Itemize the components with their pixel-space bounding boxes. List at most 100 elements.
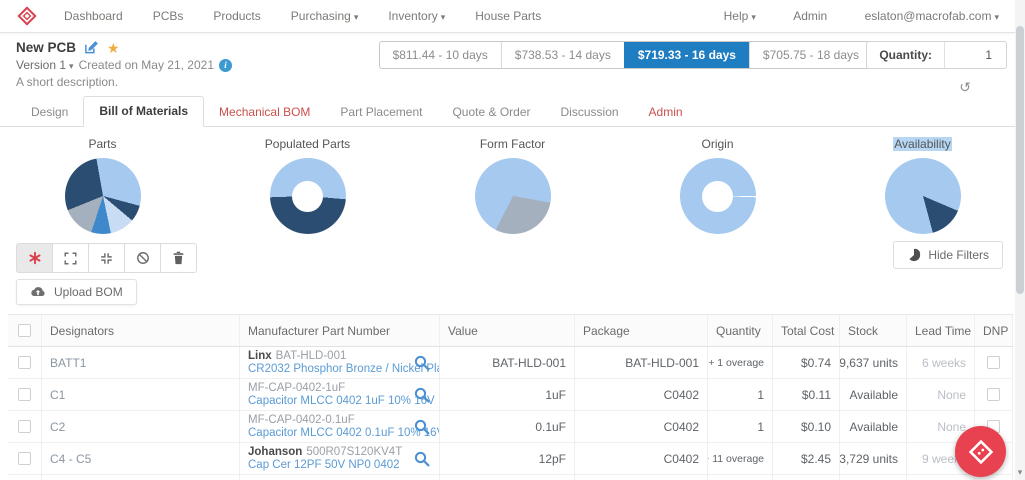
tab-bill-of-materials[interactable]: Bill of Materials bbox=[83, 96, 204, 127]
designator-link[interactable]: C1 bbox=[50, 388, 65, 402]
chart-origin: Origin bbox=[615, 137, 820, 234]
nav-inventory[interactable]: Inventory▾ bbox=[388, 9, 445, 23]
cell-quantity: 1 bbox=[708, 379, 773, 410]
tab-part-placement[interactable]: Part Placement bbox=[325, 98, 437, 127]
table-row: C1 MF-CAP-0402-1uF Capacitor MLCC 0402 1… bbox=[8, 379, 1013, 411]
select-all-checkbox[interactable] bbox=[18, 324, 31, 337]
table-header-row: Designators Manufacturer Part Number Val… bbox=[8, 315, 1013, 347]
nav-dashboard[interactable]: Dashboard bbox=[64, 9, 123, 23]
cell-total-cost: $2.45 bbox=[773, 443, 840, 474]
tab-admin[interactable]: Admin bbox=[634, 98, 698, 127]
macrofab-chat-badge[interactable] bbox=[955, 426, 1006, 477]
table-row: C2 MF-CAP-0402-0.1uF Capacitor MLCC 0402… bbox=[8, 411, 1013, 443]
form-factor-pie-chart[interactable] bbox=[475, 158, 551, 234]
upload-row: Upload BOM bbox=[0, 273, 1025, 305]
price-option-18-days[interactable]: $705.75 - 18 days bbox=[749, 42, 872, 68]
ban-icon bbox=[136, 251, 150, 265]
origin-donut-chart[interactable] bbox=[680, 158, 756, 234]
part-description-link[interactable]: CR2032 Phosphor Bronze / Nickel Plated 2… bbox=[248, 363, 440, 376]
asterisk-icon bbox=[28, 251, 42, 265]
availability-pie-chart[interactable] bbox=[885, 158, 961, 234]
price-option-10-days[interactable]: $811.44 - 10 days bbox=[380, 42, 501, 68]
col-total-cost: Total Cost bbox=[773, 315, 840, 346]
macrofab-logo-icon[interactable] bbox=[16, 5, 38, 27]
row-checkbox[interactable] bbox=[18, 356, 31, 369]
created-label: Created on May 21, 2021 bbox=[79, 58, 214, 72]
chart-populated-parts: Populated Parts bbox=[205, 137, 410, 234]
top-navbar: Dashboard PCBs Products Purchasing▾ Inve… bbox=[0, 0, 1025, 33]
chart-form-factor: Form Factor bbox=[410, 137, 615, 234]
price-option-14-days[interactable]: $738.53 - 14 days bbox=[501, 42, 624, 68]
scrollbar-down-arrow[interactable]: ▾ bbox=[1015, 467, 1025, 478]
search-part-icon[interactable] bbox=[414, 387, 430, 403]
row-checkbox[interactable] bbox=[18, 388, 31, 401]
history-icon[interactable]: ↺ bbox=[959, 79, 971, 96]
nav-products[interactable]: Products bbox=[213, 9, 260, 23]
nav-house-parts-label: House Parts bbox=[475, 9, 541, 23]
col-quantity: Quantity bbox=[708, 315, 773, 346]
pcb-description: A short description. bbox=[16, 75, 1009, 89]
cell-total-cost: $0.74 bbox=[773, 347, 840, 378]
favorite-star-icon[interactable]: ★ bbox=[107, 41, 120, 55]
col-lead-time: Lead Time bbox=[907, 315, 975, 346]
donut-hole bbox=[702, 181, 733, 212]
version-dropdown[interactable]: Version 1▾ bbox=[16, 58, 74, 72]
parts-pie-chart[interactable] bbox=[65, 158, 141, 234]
nav-admin[interactable]: Admin bbox=[793, 9, 827, 23]
vertical-scrollbar[interactable]: ▾ bbox=[1015, 0, 1025, 480]
expand-rows-button[interactable] bbox=[52, 243, 89, 273]
nav-user-menu[interactable]: eslaton@macrofab.com▾ bbox=[865, 9, 999, 23]
macrofab-logo-icon bbox=[967, 438, 995, 466]
designator-link[interactable]: C4 - C5 bbox=[50, 452, 91, 466]
cell-package: C0402 bbox=[575, 443, 708, 474]
tab-mechanical-bom[interactable]: Mechanical BOM bbox=[204, 98, 325, 127]
cell-value: 0.1uF bbox=[440, 411, 575, 442]
cell-total-cost: $0.10 bbox=[773, 411, 840, 442]
dnp-checkbox[interactable] bbox=[987, 356, 1000, 369]
cell-package: C0402 bbox=[575, 379, 708, 410]
col-stock: Stock bbox=[840, 315, 907, 346]
part-description-link[interactable]: Capacitor MLCC 0402 0.1uF 10% 16V bbox=[248, 427, 440, 440]
info-icon[interactable]: i bbox=[219, 59, 232, 72]
search-part-icon[interactable] bbox=[414, 355, 430, 371]
tab-quote-order[interactable]: Quote & Order bbox=[437, 98, 545, 127]
collapse-rows-button[interactable] bbox=[88, 243, 125, 273]
quantity-input[interactable]: 1 bbox=[944, 42, 1006, 68]
mpn-brand: Johanson bbox=[248, 446, 302, 458]
mpn-brand: Linx bbox=[248, 350, 272, 362]
search-part-icon[interactable] bbox=[414, 451, 430, 467]
designator-link[interactable]: C2 bbox=[50, 420, 65, 434]
nav-help[interactable]: Help▾ bbox=[724, 9, 756, 23]
delete-rows-button[interactable] bbox=[160, 243, 197, 273]
table-row: C4 - C5 Johanson 500R07S120KV4T Cap Cer 1… bbox=[8, 443, 1013, 475]
col-manufacturer-part-number: Manufacturer Part Number bbox=[240, 315, 440, 346]
auto-assign-parts-button[interactable] bbox=[16, 243, 53, 273]
search-part-icon[interactable] bbox=[414, 419, 430, 435]
availability-title-highlighted: Availability bbox=[893, 137, 951, 151]
nav-pcbs[interactable]: PCBs bbox=[153, 9, 184, 23]
mpn-part-number: 500R07S120KV4T bbox=[306, 446, 402, 458]
scrollbar-thumb[interactable] bbox=[1016, 26, 1024, 294]
dnp-checkbox[interactable] bbox=[987, 388, 1000, 401]
part-description-link[interactable]: Capacitor MLCC 0402 1uF 10% 16V bbox=[248, 395, 435, 408]
tab-design[interactable]: Design bbox=[16, 98, 83, 127]
upload-bom-button[interactable]: Upload BOM bbox=[16, 279, 137, 305]
hide-filters-button[interactable]: Hide Filters bbox=[893, 241, 1003, 269]
clear-selection-button[interactable] bbox=[124, 243, 161, 273]
row-checkbox[interactable] bbox=[18, 452, 31, 465]
expand-icon bbox=[64, 252, 77, 265]
cell-package: BAT-HLD-001 bbox=[575, 347, 708, 378]
donut-hole bbox=[292, 181, 323, 212]
populated-parts-donut-chart[interactable] bbox=[270, 158, 346, 234]
nav-house-parts[interactable]: House Parts bbox=[475, 9, 541, 23]
mpn-part-number: MF-CAP-0402-0.1uF bbox=[248, 414, 355, 426]
designator-link[interactable]: BATT1 bbox=[50, 356, 86, 370]
edit-title-icon[interactable] bbox=[84, 40, 99, 55]
chart-populated-parts-title: Populated Parts bbox=[205, 137, 410, 151]
row-checkbox[interactable] bbox=[18, 420, 31, 433]
price-option-16-days-selected[interactable]: $719.33 - 16 days bbox=[624, 42, 749, 68]
tab-discussion[interactable]: Discussion bbox=[546, 98, 634, 127]
col-value: Value bbox=[440, 315, 575, 346]
nav-purchasing[interactable]: Purchasing▾ bbox=[291, 9, 359, 23]
part-description-link[interactable]: Cap Cer 12PF 50V NP0 0402 bbox=[248, 459, 402, 472]
